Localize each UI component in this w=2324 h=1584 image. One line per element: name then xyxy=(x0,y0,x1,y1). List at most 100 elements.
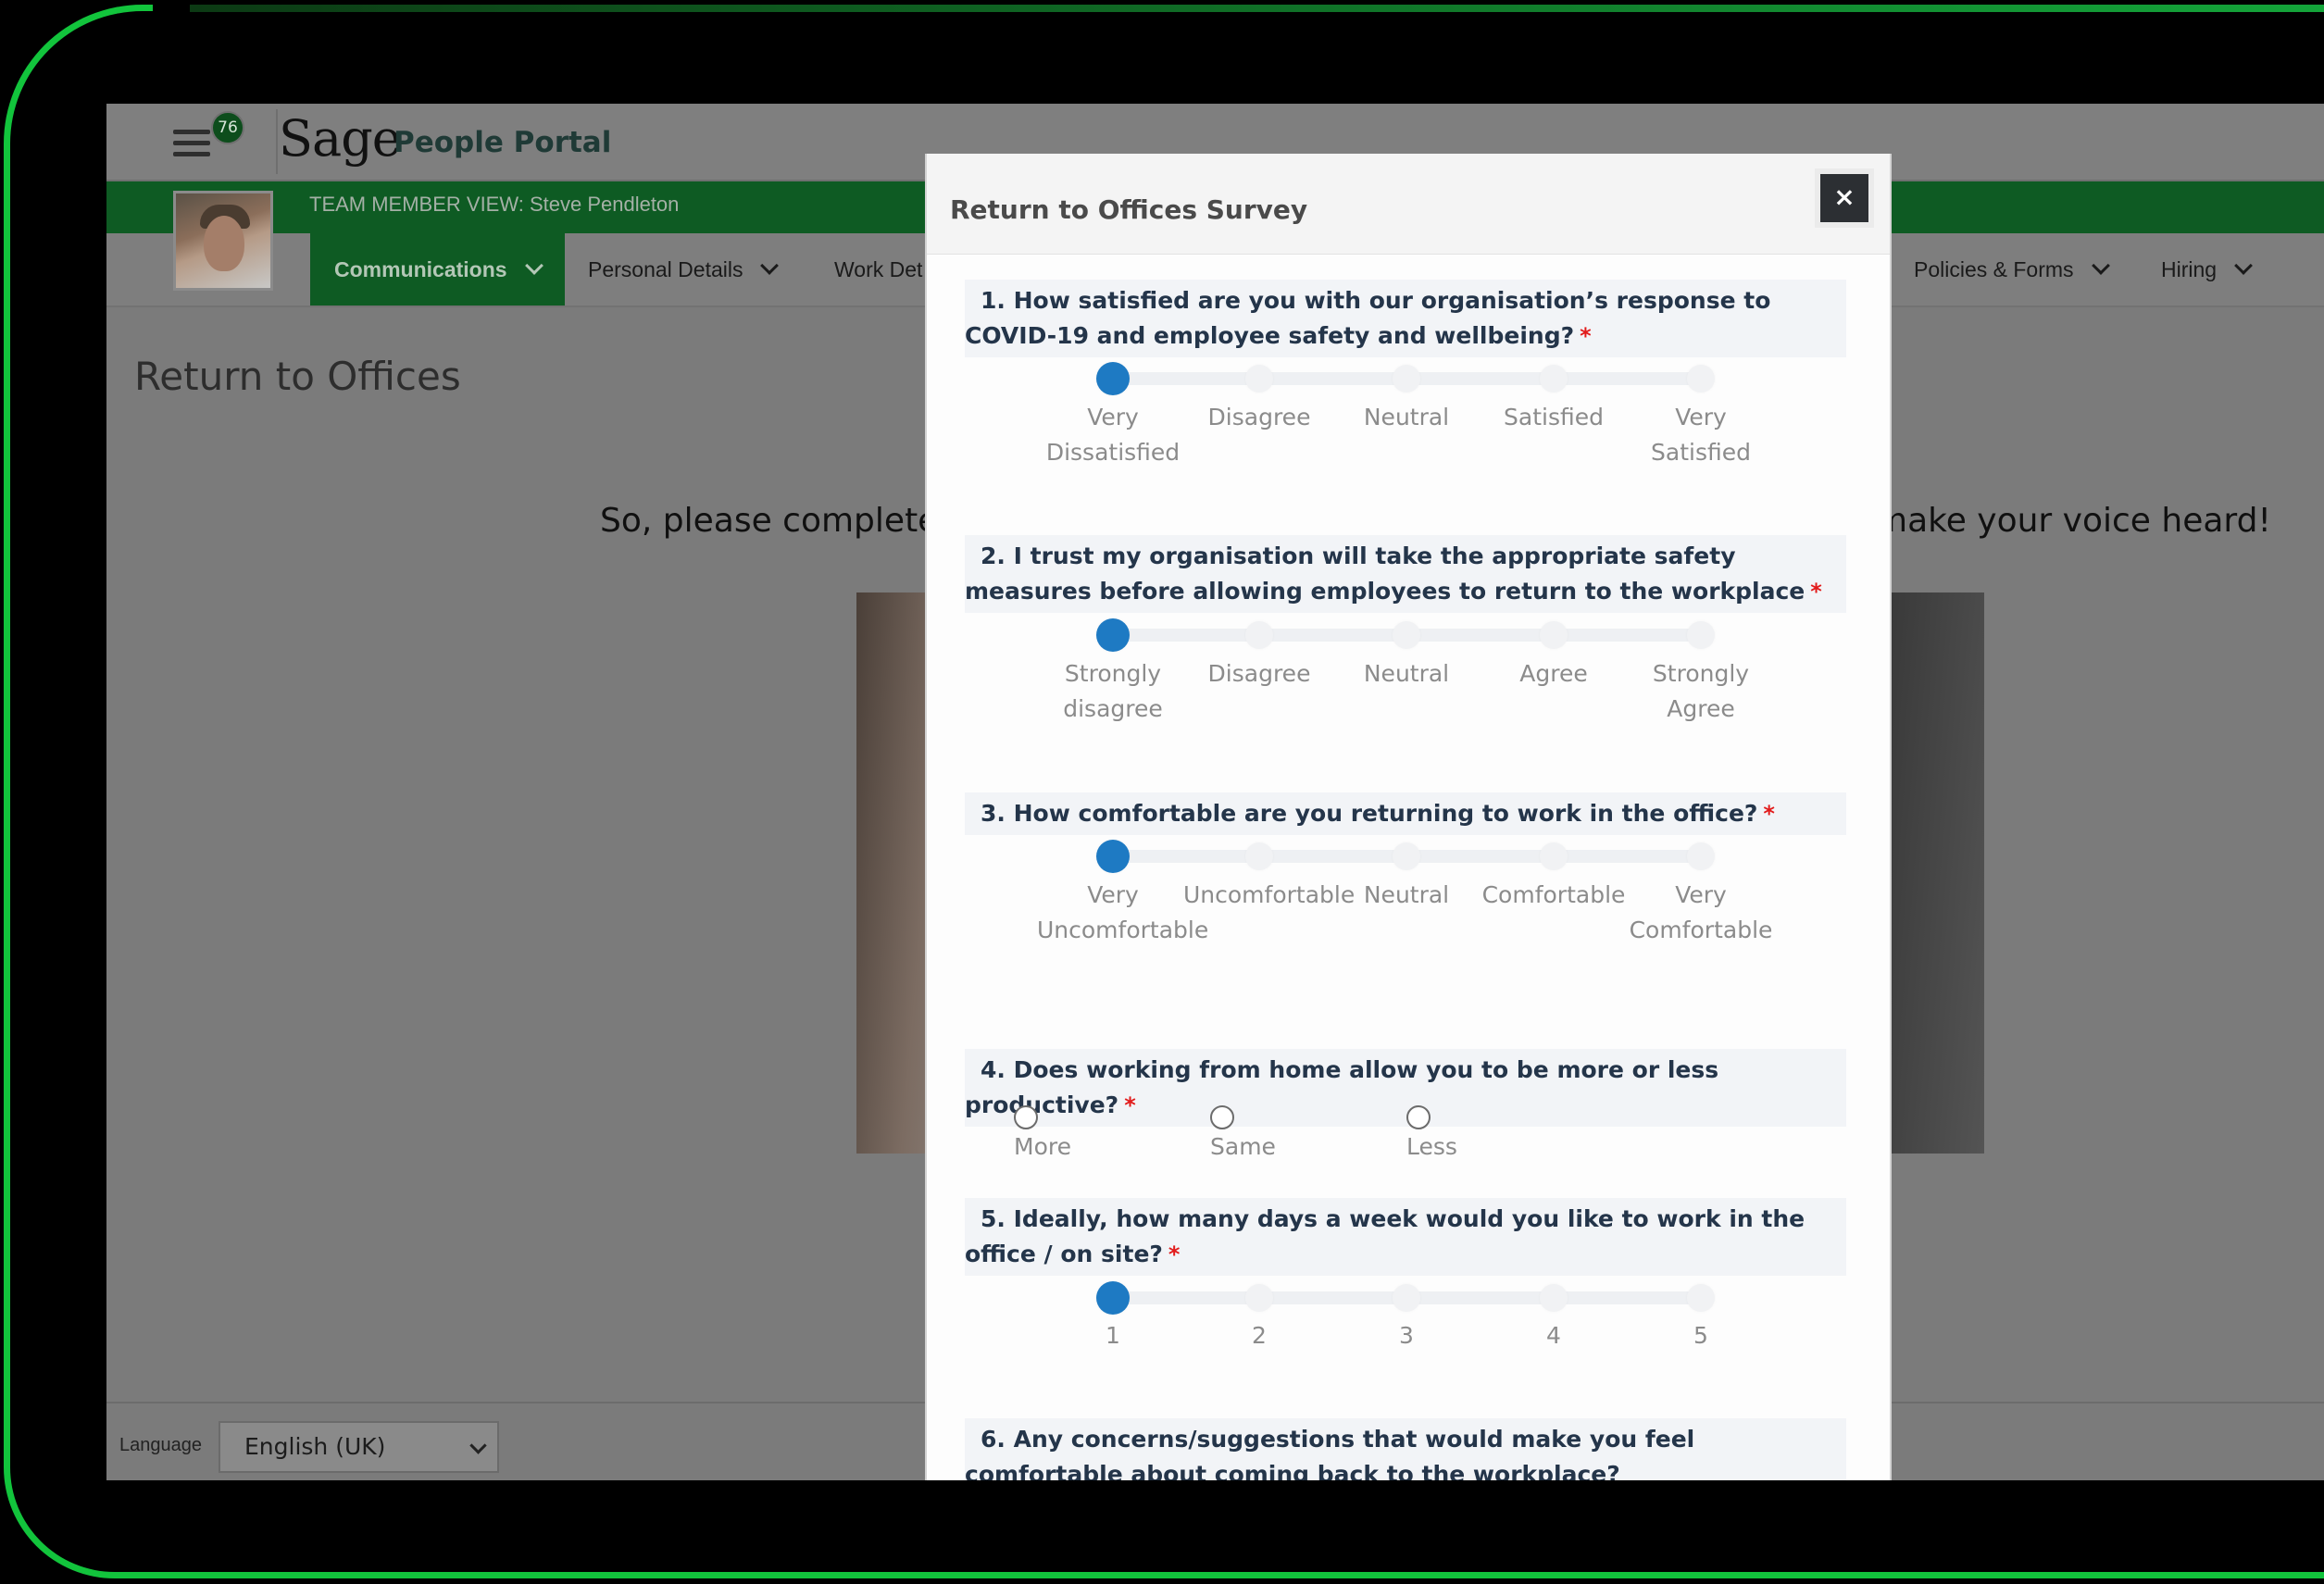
slider-option-3[interactable] xyxy=(1393,621,1420,649)
required-marker: * xyxy=(1763,801,1775,827)
menu-icon[interactable] xyxy=(173,130,210,157)
question-4: 4. Does working from home allow you to b… xyxy=(965,1049,1846,1127)
nav-personal-details[interactable]: Personal Details xyxy=(588,233,780,306)
option-label: 2 xyxy=(1252,1322,1267,1349)
slider-option-4[interactable] xyxy=(1540,621,1568,649)
option-label: Uncomfortable xyxy=(1183,881,1356,908)
slider-option-5[interactable] xyxy=(1687,1284,1715,1312)
nav-label: Policies & Forms xyxy=(1914,257,2074,281)
question-number: 2. xyxy=(981,543,1006,569)
question-2: 2. I trust my organisation will take the… xyxy=(965,535,1846,613)
nav-work-details[interactable]: Work Det xyxy=(834,233,922,306)
avatar-face xyxy=(204,216,244,271)
option-label: Very Dissatisfied xyxy=(1045,404,1181,466)
question-number: 4. xyxy=(981,1056,1006,1083)
question-number: 6. xyxy=(981,1426,1006,1453)
option-label: 3 xyxy=(1399,1322,1414,1349)
question-text: How comfortable are you returning to wor… xyxy=(1013,800,1758,827)
slider-option-2[interactable] xyxy=(1245,842,1273,870)
frame-top-line xyxy=(190,5,2324,12)
option-label: Disagree xyxy=(1207,404,1311,430)
option-label: 5 xyxy=(1693,1322,1708,1349)
slider-option-4[interactable] xyxy=(1540,365,1568,393)
slider-option-2[interactable] xyxy=(1245,1284,1273,1312)
question-5: 5. Ideally, how many days a week would y… xyxy=(965,1198,1846,1276)
slider-option-1-selected[interactable] xyxy=(1096,840,1130,873)
slider-option-3[interactable] xyxy=(1393,842,1420,870)
notification-badge[interactable]: 76 xyxy=(211,111,244,144)
language-value: English (UK) xyxy=(244,1433,386,1460)
page-title: Return to Offices xyxy=(134,354,461,399)
slider-option-3[interactable] xyxy=(1393,365,1420,393)
radio-label: Less xyxy=(1406,1133,1457,1160)
option-label: Comfortable xyxy=(1481,881,1626,908)
option-label: Strongly disagree xyxy=(1063,660,1163,722)
option-label: Very Comfortable xyxy=(1629,881,1773,943)
option-label: Satisfied xyxy=(1504,404,1604,430)
slider-option-2[interactable] xyxy=(1245,365,1273,393)
radio-label: More xyxy=(1014,1133,1071,1160)
slider-option-1-selected[interactable] xyxy=(1096,362,1130,395)
nav-label: Communications xyxy=(334,257,507,281)
chevron-down-icon xyxy=(2234,256,2253,275)
intro-text-right: make your voice heard! xyxy=(1875,502,2271,540)
radio-more[interactable] xyxy=(1014,1105,1038,1129)
nav-hiring[interactable]: Hiring xyxy=(2161,233,2253,306)
nav-label: Personal Details xyxy=(588,257,743,281)
question-number: 1. xyxy=(981,287,1006,314)
radio-label: Same xyxy=(1210,1133,1276,1160)
option-label: Disagree xyxy=(1207,660,1311,687)
nav-label: Work Det xyxy=(834,257,923,281)
question-1: 1. How satisfied are you with our organi… xyxy=(965,280,1846,357)
question-3: 3. How comfortable are you returning to … xyxy=(965,792,1846,835)
question-text: Ideally, how many days a week would you … xyxy=(965,1205,1805,1267)
option-label: Neutral xyxy=(1363,881,1450,908)
nav-communications[interactable]: Communications xyxy=(310,233,565,306)
slider-option-5[interactable] xyxy=(1687,842,1715,870)
close-button[interactable]: × xyxy=(1815,168,1874,228)
slider-option-5[interactable] xyxy=(1687,621,1715,649)
slider-option-1-selected[interactable] xyxy=(1096,618,1130,652)
team-member-view-label: TEAM MEMBER VIEW: Steve Pendleton xyxy=(309,193,680,216)
question-text: Any concerns/suggestions that would make… xyxy=(965,1426,1695,1480)
slider-option-1-selected[interactable] xyxy=(1096,1281,1130,1315)
option-label: Very Uncomfortable xyxy=(1037,881,1209,943)
option-label: Neutral xyxy=(1363,404,1450,430)
option-label: 4 xyxy=(1546,1322,1561,1349)
slider-option-3[interactable] xyxy=(1393,1284,1420,1312)
frame-gap xyxy=(153,0,190,19)
portal-name: People Portal xyxy=(394,126,612,159)
chevron-down-icon xyxy=(469,1437,487,1454)
modal-title: Return to Offices Survey xyxy=(950,194,1308,225)
chevron-down-icon xyxy=(2091,256,2110,275)
divider xyxy=(276,109,278,174)
chevron-down-icon xyxy=(760,256,780,275)
slider-option-2[interactable] xyxy=(1245,621,1273,649)
nav-label: Hiring xyxy=(2161,257,2218,281)
chevron-down-icon xyxy=(524,256,544,275)
question-text: I trust my organisation will take the ap… xyxy=(965,543,1805,605)
question-number: 3. xyxy=(981,800,1006,827)
sage-logo[interactable]: Sage xyxy=(279,109,402,168)
intro-text-left: So, please complete xyxy=(600,502,939,540)
radio-less[interactable] xyxy=(1406,1105,1431,1129)
slider-option-5[interactable] xyxy=(1687,365,1715,393)
language-select[interactable]: English (UK) xyxy=(219,1421,499,1473)
slider-option-4[interactable] xyxy=(1540,842,1568,870)
radio-same[interactable] xyxy=(1210,1105,1234,1129)
survey-modal: Return to Offices Survey × 1. How satisf… xyxy=(925,154,1892,1480)
required-marker: * xyxy=(1168,1241,1181,1267)
option-label: 1 xyxy=(1106,1322,1120,1349)
option-label: Agree xyxy=(1519,660,1588,687)
required-marker: * xyxy=(1810,579,1822,605)
avatar[interactable] xyxy=(173,191,273,291)
option-label: Strongly Agree xyxy=(1652,660,1750,722)
question-text: Does working from home allow you to be m… xyxy=(965,1056,1719,1118)
required-marker: * xyxy=(1124,1092,1136,1118)
option-label: Neutral xyxy=(1363,660,1450,687)
slider-option-4[interactable] xyxy=(1540,1284,1568,1312)
nav-policies-forms[interactable]: Policies & Forms xyxy=(1914,233,2110,306)
question-6: 6. Any concerns/suggestions that would m… xyxy=(965,1418,1846,1480)
question-text: How satisfied are you with our organisat… xyxy=(965,287,1771,349)
language-label: Language xyxy=(119,1435,202,1455)
